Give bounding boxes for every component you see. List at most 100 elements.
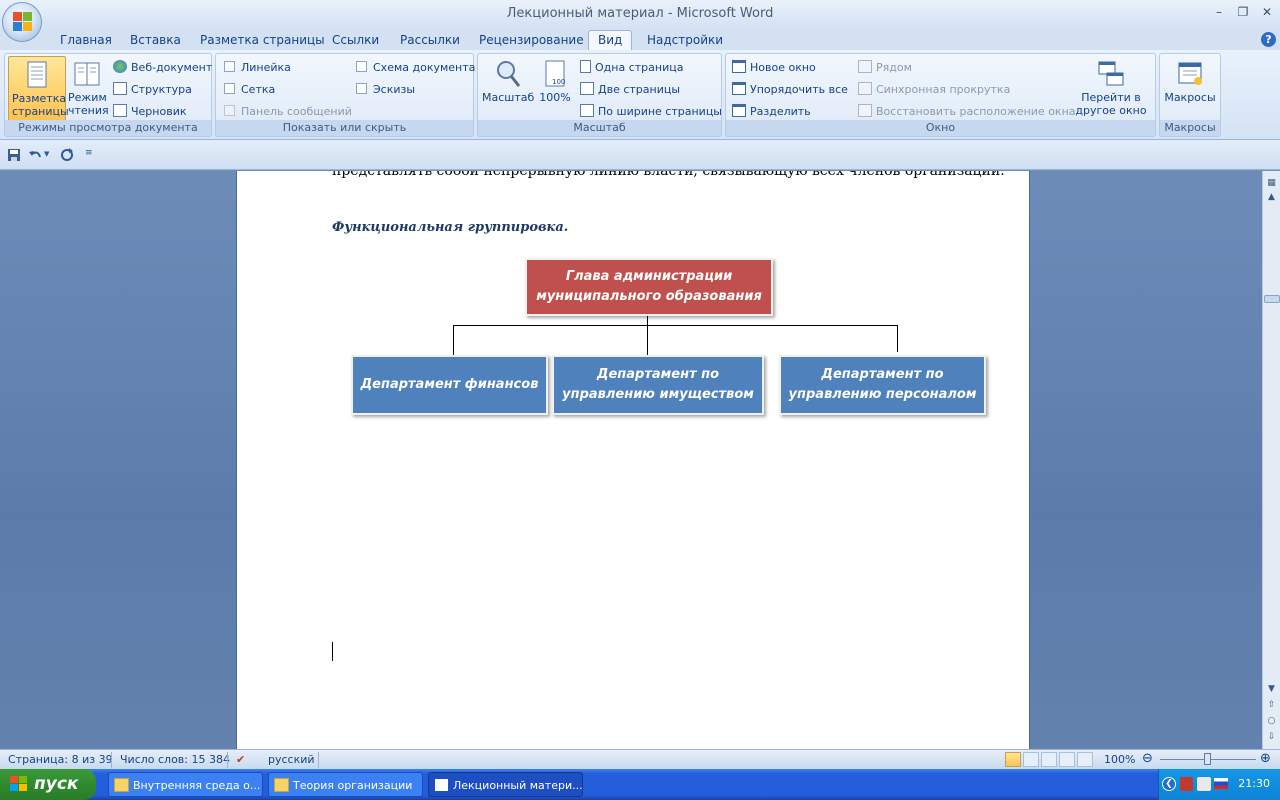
task-item-active[interactable]: Лекционный матери... bbox=[428, 772, 583, 797]
paragraph-text: представлять собой непрерывную линию вла… bbox=[332, 171, 1005, 179]
reading-mode-label: Режим чтения bbox=[68, 91, 109, 117]
input-method-icon[interactable] bbox=[1197, 777, 1211, 791]
zoom-out-icon[interactable]: ⊖ bbox=[1142, 751, 1153, 766]
tab-addins[interactable]: Надстройки bbox=[647, 33, 723, 47]
macros-label: Макросы bbox=[1164, 91, 1216, 104]
undo-icon[interactable] bbox=[28, 148, 42, 162]
office-button[interactable] bbox=[2, 2, 42, 42]
split-button[interactable]: Разделить bbox=[732, 104, 811, 120]
two-pages-button[interactable]: Две страницы bbox=[580, 82, 680, 98]
arrange-all-label: Упорядочить все bbox=[750, 83, 848, 96]
scroll-up-icon[interactable]: ▲ bbox=[1265, 191, 1278, 204]
previous-page-icon[interactable]: ⇧ bbox=[1265, 699, 1278, 712]
org-child-box-personnel[interactable]: Департамент по управлению персоналом bbox=[779, 355, 986, 415]
zoom-100-button[interactable]: 100 100% bbox=[536, 56, 574, 122]
tab-page-layout[interactable]: Разметка страницы bbox=[200, 33, 325, 47]
restore-button[interactable]: ❐ bbox=[1232, 5, 1254, 21]
thumbnails-checkbox[interactable]: Эскизы bbox=[356, 82, 415, 98]
tab-home[interactable]: Главная bbox=[60, 33, 112, 47]
switch-windows-label: Перейти в другое окно bbox=[1075, 91, 1147, 117]
message-bar-checkbox[interactable]: Панель сообщений bbox=[224, 104, 352, 120]
org-child-box-finance[interactable]: Департамент финансов bbox=[351, 355, 548, 415]
new-window-button[interactable]: Новое окно bbox=[732, 60, 816, 76]
outline-button[interactable]: Структура bbox=[113, 82, 192, 98]
draft-view-icon[interactable] bbox=[1077, 752, 1093, 767]
side-by-side-button[interactable]: Рядом bbox=[858, 60, 912, 76]
tab-mailings[interactable]: Рассылки bbox=[400, 33, 460, 47]
repeat-icon[interactable] bbox=[60, 148, 74, 162]
save-icon[interactable] bbox=[7, 148, 21, 162]
tab-insert[interactable]: Вставка bbox=[130, 33, 181, 47]
text-cursor bbox=[332, 642, 333, 661]
minimize-button[interactable]: – bbox=[1208, 5, 1230, 21]
language-flag-icon[interactable] bbox=[1214, 778, 1228, 789]
page-indicator[interactable]: Страница: 8 из 39 bbox=[8, 753, 113, 766]
connector-line bbox=[647, 316, 648, 356]
gridlines-checkbox[interactable]: Сетка bbox=[224, 82, 275, 98]
checkbox-box bbox=[356, 61, 367, 72]
next-page-icon[interactable]: ⇩ bbox=[1265, 731, 1278, 744]
vertical-scrollbar[interactable]: ▦ ▲ ▼ ⇧ ○ ⇩ bbox=[1262, 171, 1280, 749]
print-layout-view-icon[interactable] bbox=[1005, 752, 1021, 767]
start-button[interactable]: пуск bbox=[0, 769, 96, 800]
split-icon bbox=[732, 104, 746, 117]
proofing-icon[interactable]: ✔ bbox=[236, 753, 245, 766]
zoom-button[interactable]: Масштаб bbox=[482, 56, 534, 122]
outline-icon bbox=[113, 82, 127, 95]
book-icon bbox=[74, 62, 100, 86]
sync-scroll-icon bbox=[858, 82, 872, 95]
section-heading: Функциональная группировка. bbox=[332, 220, 569, 235]
task-item[interactable]: Теория организации bbox=[268, 772, 423, 797]
switch-windows-button[interactable]: Перейти в другое окно bbox=[1070, 56, 1152, 122]
reset-position-label: Восстановить расположение окна bbox=[876, 105, 1076, 118]
windows-logo-icon bbox=[10, 776, 27, 791]
group-window: Новое окно Упорядочить все Разделить Ряд… bbox=[725, 53, 1156, 137]
print-layout-button[interactable]: Разметка страницы bbox=[8, 56, 69, 122]
draft-label: Черновик bbox=[131, 105, 187, 118]
language-indicator[interactable]: русский bbox=[268, 753, 315, 766]
connector-line bbox=[897, 325, 898, 352]
doc-map-checkbox[interactable]: Схема документа bbox=[356, 60, 475, 76]
magnifier-icon bbox=[497, 61, 521, 87]
scroll-thumb[interactable] bbox=[1264, 295, 1280, 303]
scroll-down-icon[interactable]: ▼ bbox=[1265, 683, 1278, 696]
tab-view[interactable]: Вид bbox=[588, 30, 633, 52]
macros-button[interactable]: Макросы bbox=[1162, 56, 1218, 122]
checkbox-box bbox=[224, 83, 235, 94]
help-icon[interactable]: ? bbox=[1261, 32, 1276, 47]
customize-qat-icon[interactable]: ≡ bbox=[85, 148, 93, 158]
split-label: Разделить bbox=[750, 105, 811, 118]
page-width-button[interactable]: По ширине страницы bbox=[580, 104, 722, 120]
outline-view-icon[interactable] bbox=[1059, 752, 1075, 767]
show-hidden-icons-icon[interactable]: ❮ bbox=[1162, 777, 1176, 791]
document-page[interactable]: представлять собой непрерывную линию вла… bbox=[236, 171, 1030, 749]
draft-button[interactable]: Черновик bbox=[113, 104, 187, 120]
reset-position-button[interactable]: Восстановить расположение окна bbox=[858, 104, 1076, 120]
zoom-in-icon[interactable]: ⊕ bbox=[1260, 751, 1271, 766]
word-count[interactable]: Число слов: 15 384 bbox=[120, 753, 230, 766]
macros-icon bbox=[1178, 62, 1202, 85]
message-bar-label: Панель сообщений bbox=[241, 105, 352, 118]
ruler-toggle-icon[interactable]: ▦ bbox=[1265, 177, 1278, 190]
clock: 21:30 bbox=[1238, 777, 1270, 790]
tab-review[interactable]: Рецензирование bbox=[479, 33, 584, 47]
org-child-box-property[interactable]: Департамент по управлению имуществом bbox=[552, 355, 764, 415]
web-layout-button[interactable]: Веб-документ bbox=[113, 60, 212, 76]
browse-object-icon[interactable]: ○ bbox=[1265, 715, 1278, 728]
ruler-checkbox[interactable]: Линейка bbox=[224, 60, 291, 76]
reading-mode-button[interactable]: Режим чтения bbox=[67, 56, 109, 122]
zoom-slider-thumb[interactable] bbox=[1204, 753, 1211, 765]
start-label: пуск bbox=[34, 774, 79, 794]
one-page-button[interactable]: Одна страница bbox=[580, 60, 683, 76]
sync-scroll-button[interactable]: Синхронная прокрутка bbox=[858, 82, 1010, 98]
arrange-all-button[interactable]: Упорядочить все bbox=[732, 82, 848, 98]
antivirus-icon[interactable] bbox=[1180, 777, 1193, 791]
reading-view-icon[interactable] bbox=[1023, 752, 1039, 767]
org-root-box[interactable]: Глава администрации муниципального образ… bbox=[525, 258, 773, 316]
close-button[interactable]: ✕ bbox=[1256, 5, 1278, 21]
task-item[interactable]: Внутренняя среда о... bbox=[108, 772, 263, 797]
web-view-icon[interactable] bbox=[1041, 752, 1057, 767]
zoom-level[interactable]: 100% bbox=[1104, 753, 1135, 766]
tab-references[interactable]: Ссылки bbox=[332, 33, 379, 47]
undo-dropdown-icon[interactable]: ▼ bbox=[44, 150, 49, 158]
